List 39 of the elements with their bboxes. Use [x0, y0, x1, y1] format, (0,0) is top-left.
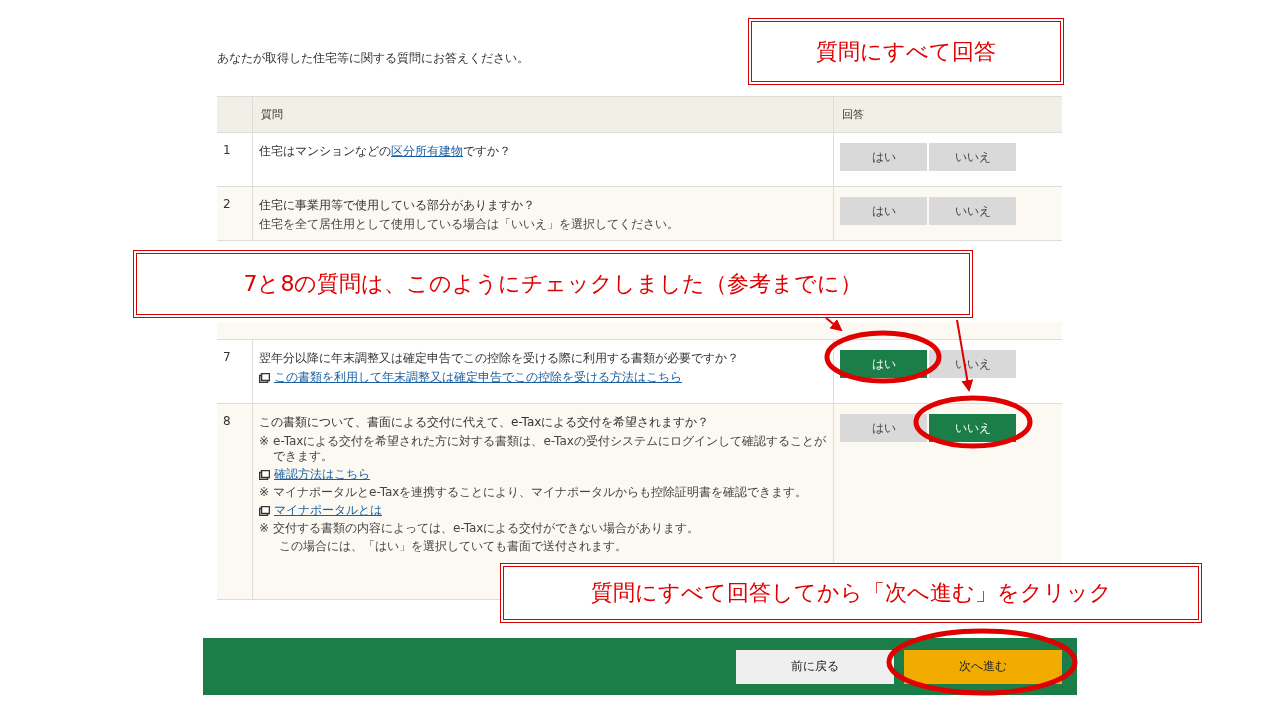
column-header: 回答 — [833, 97, 1062, 132]
note-text: 交付する書類の内容によっては、e-Taxによる交付ができない場合があります。 — [273, 521, 700, 536]
question-number: 7 — [223, 350, 232, 364]
window-icon — [259, 469, 270, 480]
question-text: 住宅に事業用等で使用している部分がありますか？ — [259, 197, 536, 214]
note-mark: ※ — [259, 485, 270, 500]
note-text: マイナポータルとe-Taxを連携することにより、マイナポータルからも控除証明書を確認できます。 — [273, 485, 808, 500]
pointer-arrow — [825, 317, 843, 332]
help-link[interactable]: この書類を利用して年末調整又は確定申告でこの控除を受ける方法はこちら — [274, 370, 682, 385]
window-icon — [259, 505, 270, 516]
answer-button[interactable]: はい — [840, 414, 927, 442]
question-text: 翌年分以降に年末調整又は確定申告でこの控除を受ける際に利用する書類が必要ですか？ — [259, 350, 740, 367]
answer-button[interactable]: いいえ — [929, 414, 1016, 442]
answer-button[interactable]: いいえ — [929, 143, 1016, 171]
help-link[interactable]: 確認方法はこちら — [274, 467, 370, 482]
hint-text: 住宅を全て居住用として使用している場合は「いいえ」を選択してください。 — [259, 217, 680, 232]
question-number: 1 — [223, 143, 232, 157]
help-link[interactable]: マイナポータルとは — [274, 503, 382, 518]
note-text: この場合には、「はい」を選択していても書面で送付されます。 — [278, 539, 628, 554]
question-text: この書類について、書面による交付に代えて、e-Taxによる交付を希望されますか？ — [259, 414, 711, 431]
answer-button[interactable]: はい — [840, 143, 927, 171]
note-text: e-Taxによる交付を希望された方に対する書類は、e-Taxの受付システムにログインして確認することができます。 — [273, 434, 827, 464]
question-number: 2 — [223, 197, 232, 211]
column-header: 質問 — [252, 97, 833, 132]
answer-button[interactable]: いいえ — [929, 197, 1016, 225]
note-mark: ※ — [259, 521, 270, 536]
instruction-text: あなたが取得した住宅等に関する質問にお答えください。 — [217, 51, 529, 65]
window-icon — [259, 372, 270, 383]
question-number: 8 — [223, 414, 232, 428]
next-button[interactable]: 次へ進む — [904, 649, 1062, 684]
question-text: 住宅はマンションなどの区分所有建物ですか？ — [259, 143, 512, 160]
note-mark: ※ — [259, 434, 270, 449]
annotation-callout: 7と8の質問は、このようにチェックしました（参考までに） — [133, 250, 973, 318]
term-link[interactable]: 区分所有建物 — [391, 144, 463, 158]
annotation-callout: 質問にすべて回答してから「次へ進む」をクリック — [500, 563, 1202, 623]
answer-button[interactable]: はい — [840, 197, 927, 225]
annotation-callout: 質問にすべて回答 — [748, 18, 1064, 85]
answer-button[interactable]: はい — [840, 350, 927, 378]
back-button[interactable]: 前に戻る — [736, 649, 894, 684]
